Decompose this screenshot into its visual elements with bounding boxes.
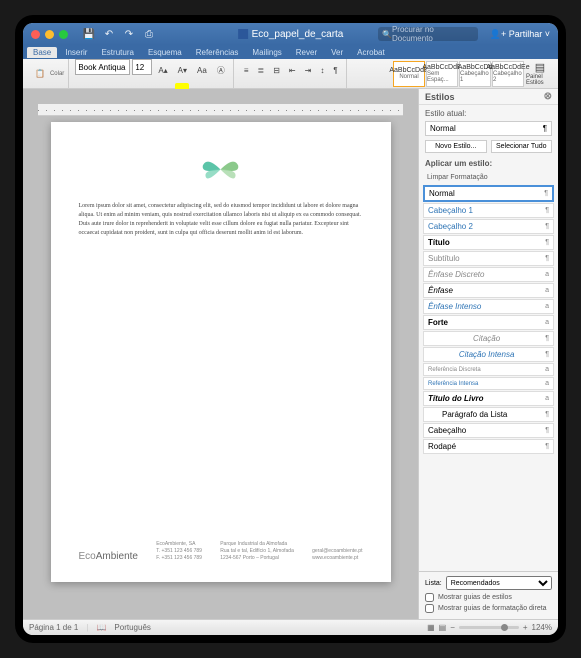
close-pane-icon[interactable]: ⊗ <box>544 91 552 102</box>
style-list-item[interactable]: Ênfasea <box>423 283 554 298</box>
window-controls <box>31 30 68 39</box>
current-style-label: Estilo atual: <box>425 109 552 118</box>
style-list-item[interactable]: Ênfase Discretoa <box>423 267 554 282</box>
status-bar: Página 1 de 1 | 📖 Português ▦ ▤ − + 124% <box>23 619 558 635</box>
multilevel-button[interactable]: ⊟ <box>269 59 284 81</box>
ribbon-tab-esquema[interactable]: Esquema <box>142 47 188 58</box>
document-title: Eco_papel_de_carta <box>238 29 344 40</box>
style-list-item[interactable]: Cabeçalho 1¶ <box>423 203 554 218</box>
change-case[interactable]: Aa <box>193 59 211 81</box>
ribbon-tab-estrutura[interactable]: Estrutura <box>95 47 139 58</box>
show-style-guides-check[interactable]: Mostrar guias de estilos <box>425 593 552 602</box>
style-list-item[interactable]: Citação¶ <box>423 331 554 346</box>
search-input[interactable]: 🔍 Procurar no Documento <box>378 27 478 41</box>
style-list-item[interactable]: Título¶ <box>423 235 554 250</box>
close-window[interactable] <box>31 30 40 39</box>
pane-title: Estilos <box>425 92 455 102</box>
style-list-item[interactable]: Ênfase Intensoa <box>423 299 554 314</box>
brand-logo: EcoAmbiente <box>79 551 138 562</box>
show-format-guides-check[interactable]: Mostrar guias de formatação direta <box>425 604 552 613</box>
style-list-item[interactable]: Referência Intensaa <box>423 377 554 390</box>
style-list-item[interactable]: Citação Intensa¶ <box>423 347 554 362</box>
style-list-item[interactable]: Fortea <box>423 315 554 330</box>
share-button[interactable]: 👤+ Partilhar ˅ <box>490 29 550 40</box>
indent-button[interactable]: ⇥ <box>301 59 316 81</box>
titlebar: 💾 ↶ ↷ ⎙ Eco_papel_de_carta 🔍 Procurar no… <box>23 23 558 45</box>
footer-col-1: EcoAmbiente, SA T. +351 123 456 789 F. +… <box>156 541 202 562</box>
ribbon: 📋 Colar Book Antiqua 12 A▴ A▾ Aa Ⓐ N I S… <box>23 59 558 89</box>
select-all-button[interactable]: Selecionar Tudo <box>491 140 553 153</box>
ribbon-tab-rever[interactable]: Rever <box>290 47 323 58</box>
page-footer: EcoAmbiente EcoAmbiente, SA T. +351 123 … <box>79 541 363 562</box>
footer-col-2: Parque Industrial da Almofada Rua tal e … <box>220 541 294 562</box>
shrink-font[interactable]: A▾ <box>174 59 191 81</box>
bullets-button[interactable]: ≡ <box>240 59 253 81</box>
style-gallery-item[interactable]: AaBbCcDdEeCabeçalho 2 <box>492 61 524 87</box>
current-style-box[interactable]: Normal¶ <box>425 121 552 136</box>
save-icon[interactable]: 💾 <box>83 28 95 40</box>
new-style-button[interactable]: Novo Estilo... <box>425 140 487 153</box>
show-marks-button[interactable]: ¶ <box>329 59 341 81</box>
style-list-item[interactable]: Referência Discretaa <box>423 363 554 376</box>
style-list-item[interactable]: Título do Livroa <box>423 391 554 406</box>
horizontal-ruler[interactable] <box>38 104 403 116</box>
style-list-item[interactable]: Subtítulo¶ <box>423 251 554 266</box>
outdent-button[interactable]: ⇤ <box>285 59 300 81</box>
page[interactable]: Lorem ipsum dolor sit amet, consectetur … <box>51 122 391 582</box>
list-label: Lista: <box>425 580 442 587</box>
sort-button[interactable]: ↕ <box>316 59 328 81</box>
style-list-item[interactable]: Normal¶ <box>423 185 554 202</box>
style-gallery-item[interactable]: AaBbCcDdESem Espaç... <box>426 61 458 87</box>
undo-icon[interactable]: ↶ <box>103 28 115 40</box>
apply-style-label: Aplicar um estilo: <box>419 157 558 170</box>
numbering-button[interactable]: ≣ <box>254 59 269 81</box>
style-list-item[interactable]: Rodapé¶ <box>423 439 554 454</box>
ribbon-tab-ver[interactable]: Ver <box>325 47 349 58</box>
paste-label: Colar <box>50 71 64 77</box>
footer-col-3: geral@ecoambiente.pt www.ecoambiente.pt <box>312 548 362 562</box>
ribbon-tabs: BaseInserirEstruturaEsquemaReferênciasMa… <box>23 45 558 59</box>
ribbon-tab-base[interactable]: Base <box>27 47 57 58</box>
logo-butterfly <box>198 152 243 187</box>
styles-pane: Estilos ⊗ Estilo atual: Normal¶ Novo Est… <box>418 89 558 619</box>
minimize-window[interactable] <box>45 30 54 39</box>
style-list-item[interactable]: Parágrafo da Lista¶ <box>423 407 554 422</box>
print-icon[interactable]: ⎙ <box>143 28 155 40</box>
ribbon-tab-mailings[interactable]: Mailings <box>246 47 287 58</box>
size-selector[interactable]: 12 <box>132 59 152 75</box>
redo-icon[interactable]: ↷ <box>123 28 135 40</box>
maximize-window[interactable] <box>59 30 68 39</box>
clear-format[interactable]: Ⓐ <box>213 59 229 81</box>
style-list-item[interactable]: Cabeçalho 2¶ <box>423 219 554 234</box>
font-selector[interactable]: Book Antiqua <box>75 59 130 75</box>
paste-button[interactable]: 📋 <box>31 63 49 85</box>
ribbon-tab-acrobat[interactable]: Acrobat <box>351 47 391 58</box>
styles-pane-button[interactable]: ▤ Painel Estilos <box>526 61 554 87</box>
ribbon-tab-inserir[interactable]: Inserir <box>59 47 93 58</box>
document-area[interactable]: Lorem ipsum dolor sit amet, consectetur … <box>23 89 418 619</box>
body-paragraph[interactable]: Lorem ipsum dolor sit amet, consectetur … <box>79 202 363 238</box>
ribbon-tab-referências[interactable]: Referências <box>190 47 245 58</box>
grow-font[interactable]: A▴ <box>154 59 171 81</box>
list-filter-select[interactable]: Recomendados <box>446 576 552 590</box>
clear-formatting[interactable]: Limpar Formatação <box>423 172 554 183</box>
style-list-item[interactable]: Cabeçalho¶ <box>423 423 554 438</box>
style-gallery-item[interactable]: AaBbCcDdENormal <box>393 61 425 87</box>
